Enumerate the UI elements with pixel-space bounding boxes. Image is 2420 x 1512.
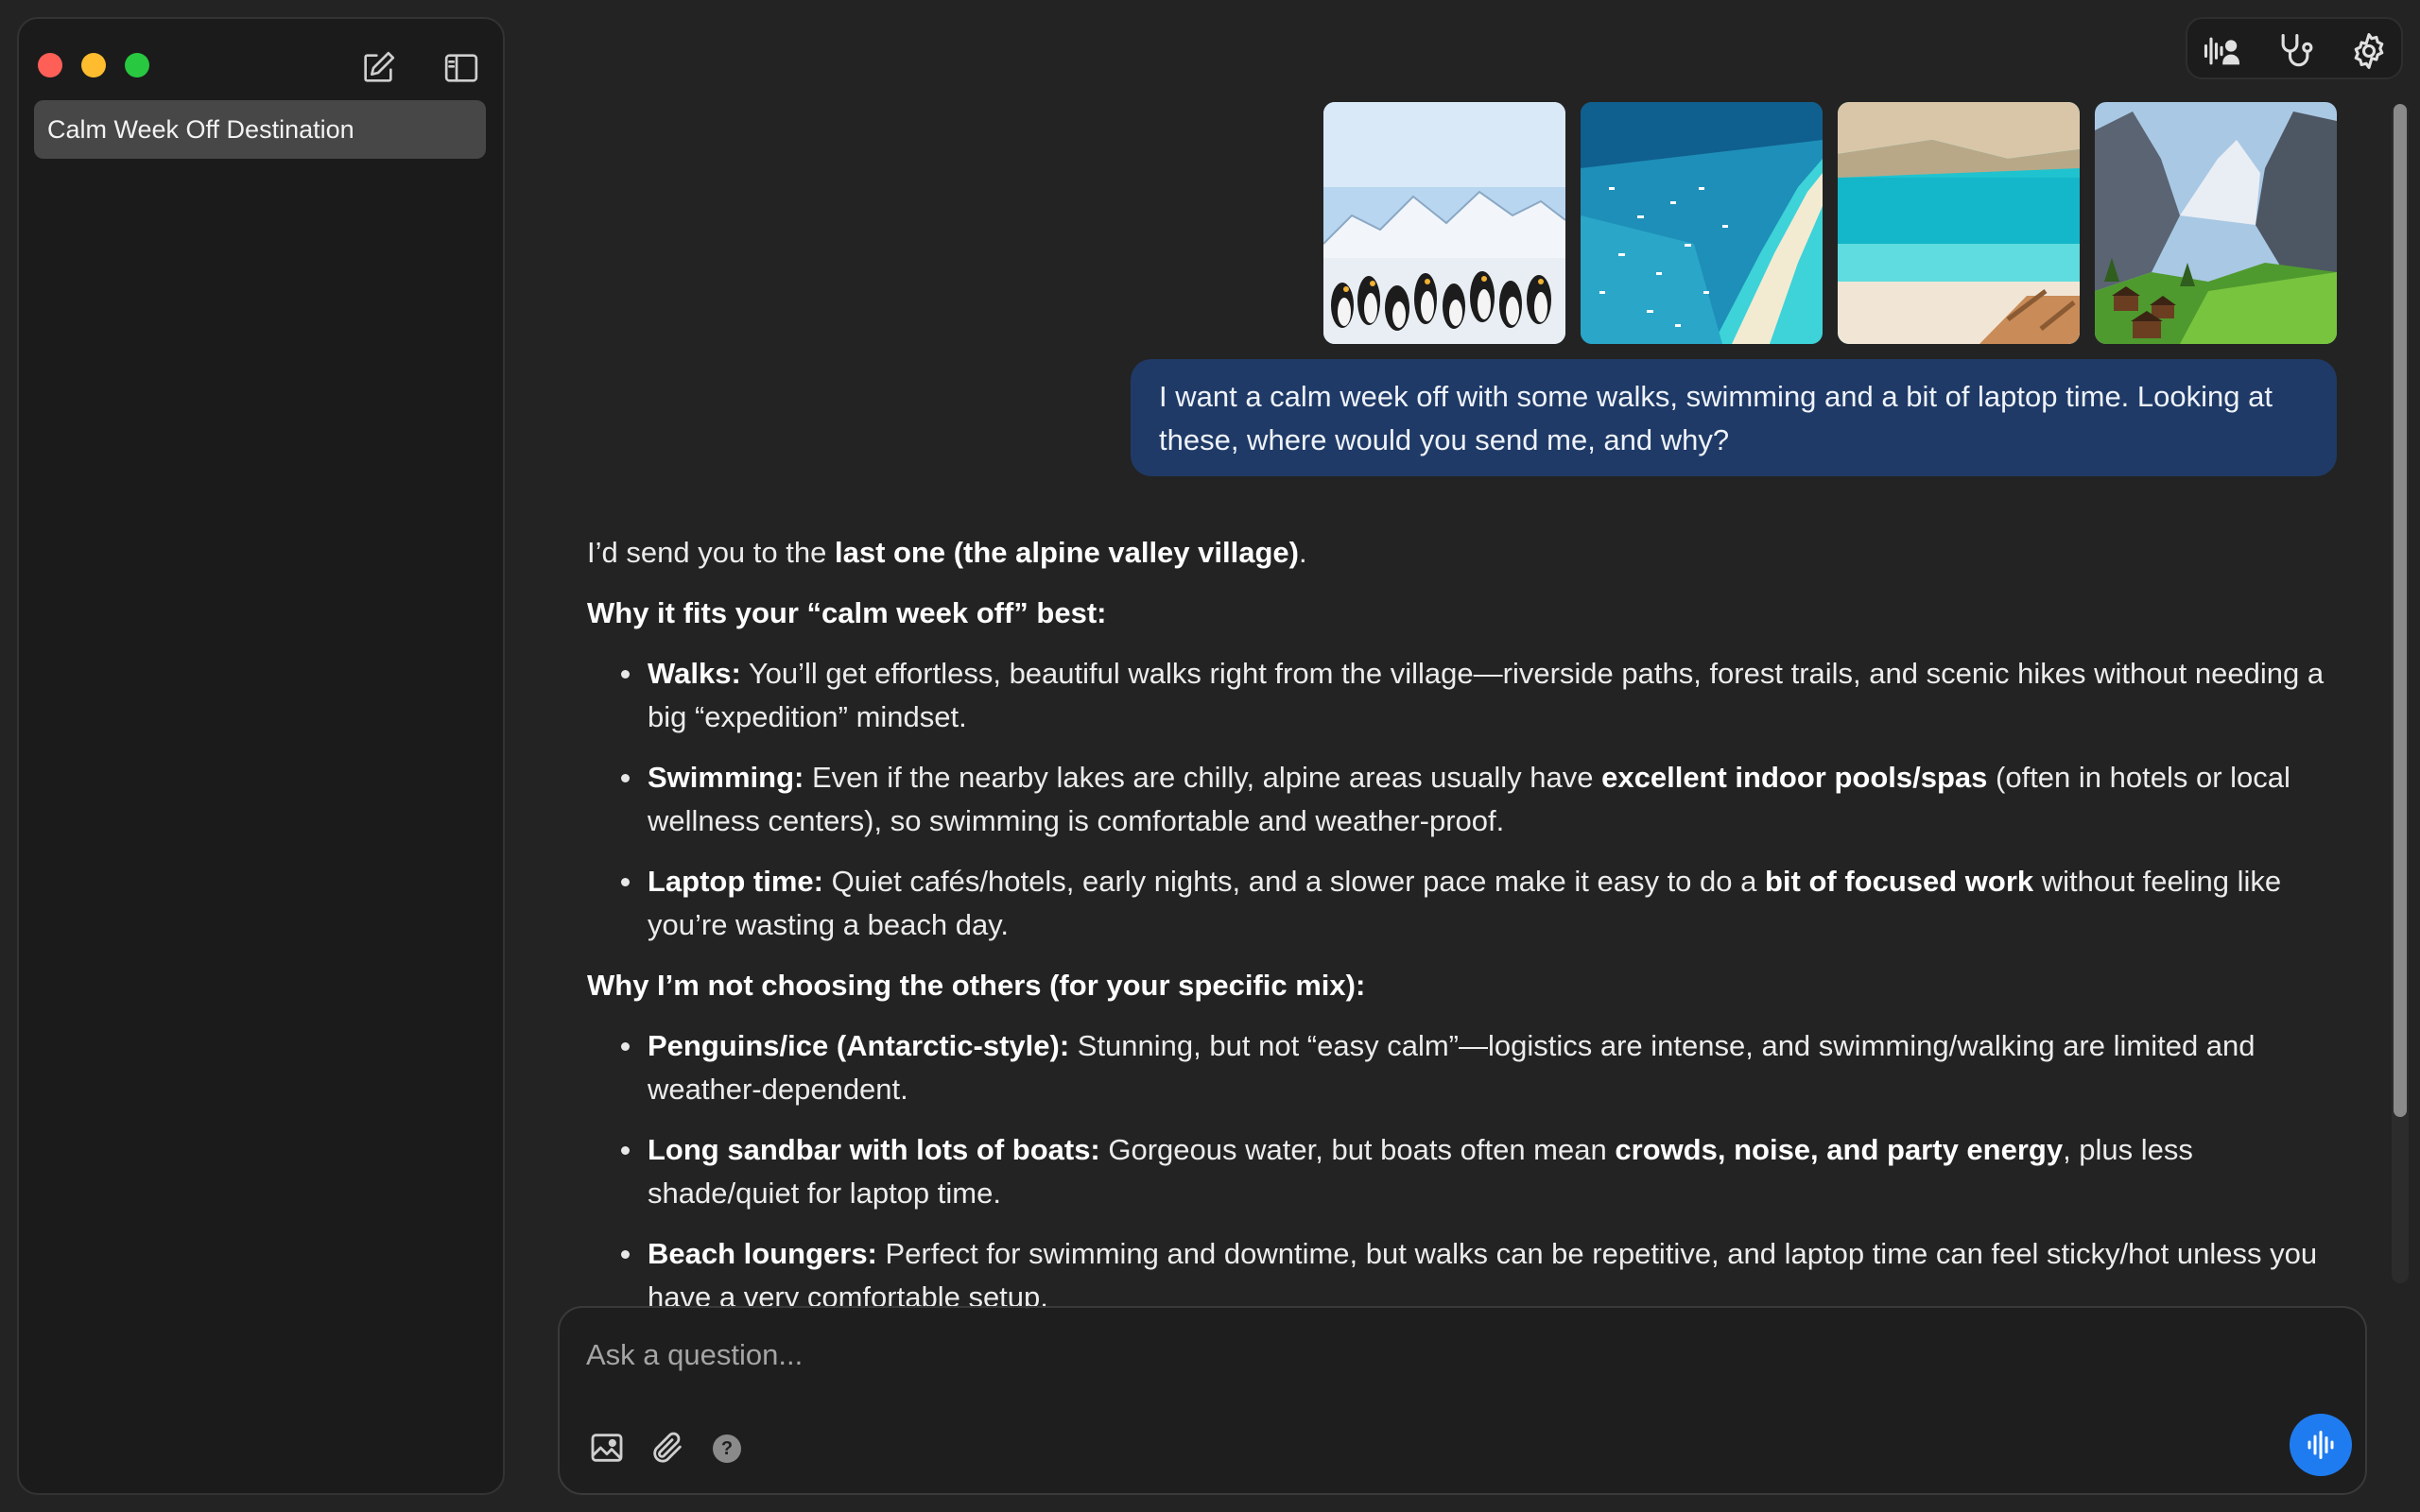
list-item: Walks: You’ll get effortless, beautiful … <box>587 652 2345 739</box>
waveform-icon <box>2308 1431 2334 1459</box>
chat-scrollbar-thumb[interactable] <box>2394 104 2407 1117</box>
list-item: Penguins/ice (Antarctic-style): Stunning… <box>587 1024 2345 1111</box>
fits-list: Walks: You’ll get effortless, beautiful … <box>587 652 2345 947</box>
answer-viewport: I’d send you to the last one (the alpine… <box>0 0 2420 1309</box>
composer: ? <box>558 1306 2367 1495</box>
others-list: Penguins/ice (Antarctic-style): Stunning… <box>587 1024 2345 1309</box>
help-icon[interactable]: ? <box>713 1435 741 1463</box>
question-input[interactable] <box>586 1327 2288 1383</box>
list-item: Long sandbar with lots of boats: Gorgeou… <box>587 1128 2345 1215</box>
answer-intro: I’d send you to the last one (the alpine… <box>587 536 1307 569</box>
answer-heading-fits: Why it fits your “calm week off” best: <box>587 596 1107 629</box>
image-attach-icon[interactable] <box>588 1429 626 1467</box>
answer-heading-others: Why I’m not choosing the others (for you… <box>587 969 1366 1002</box>
list-item: Laptop time: Quiet cafés/hotels, early n… <box>587 860 2345 947</box>
paperclip-icon[interactable] <box>648 1429 686 1467</box>
voice-mode-button[interactable] <box>2290 1414 2352 1476</box>
list-item: Beach loungers: Perfect for swimming and… <box>587 1232 2345 1309</box>
assistant-answer: I’d send you to the last one (the alpine… <box>587 531 2345 1309</box>
list-item: Swimming: Even if the nearby lakes are c… <box>587 756 2345 843</box>
